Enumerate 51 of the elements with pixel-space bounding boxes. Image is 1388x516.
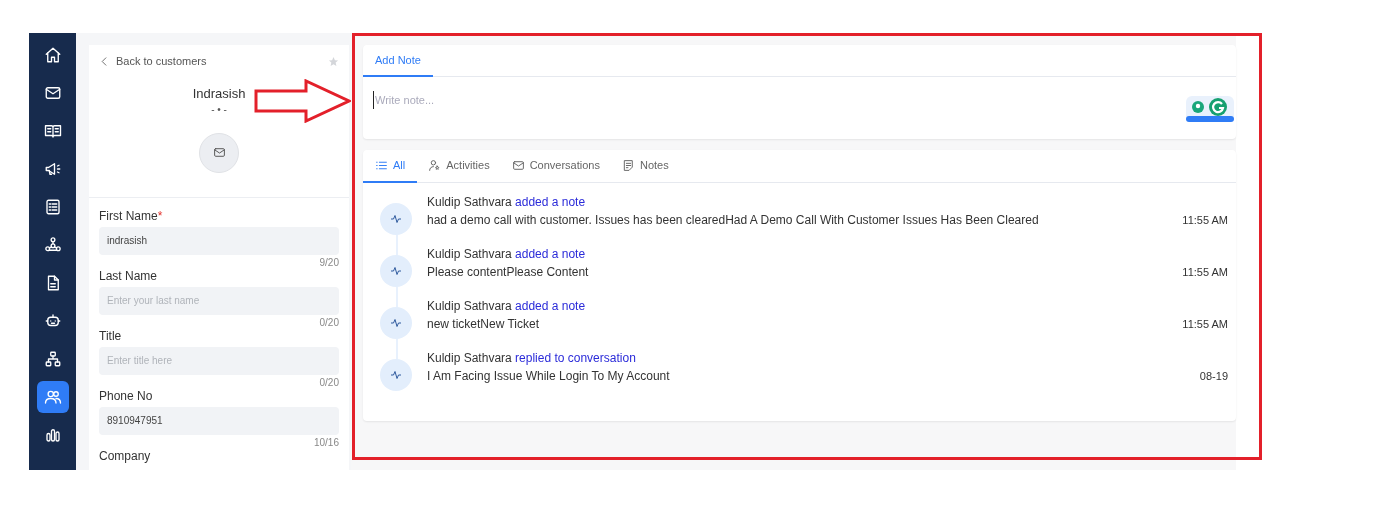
input-field[interactable]: indrasish: [99, 226, 339, 255]
tab[interactable]: All: [363, 150, 418, 183]
timestamp: 08-19: [1199, 368, 1228, 384]
bar-chart-icon: [43, 426, 62, 444]
input-field[interactable]: Enter your last name: [99, 286, 339, 315]
hierarchy-icon: [43, 350, 62, 368]
activity-title: Kuldip Sathvara added a note: [427, 245, 587, 263]
tab[interactable]: Notes: [610, 150, 680, 183]
required-mark: *: [157, 208, 163, 224]
character-counter: 0/20: [318, 317, 339, 328]
mail-icon: [511, 158, 525, 172]
tab[interactable]: Activities: [417, 150, 501, 183]
status-text: - • -: [211, 103, 227, 116]
network-icon: [43, 236, 62, 254]
sidebar-item[interactable]: [36, 381, 69, 413]
field-label: Last Name: [99, 268, 158, 284]
email-button[interactable]: [199, 132, 239, 173]
input-field[interactable]: 8910947951: [99, 406, 339, 435]
activity-text: I Am Facing Issue While Login To My Account: [427, 367, 671, 385]
input-field[interactable]: Enter title here: [99, 346, 339, 375]
assistant-icon[interactable]: [1186, 95, 1234, 122]
activity-title: Kuldip Sathvara added a note: [427, 297, 587, 315]
book-icon: [43, 122, 62, 140]
activity-text: new ticketNew Ticket: [427, 315, 541, 333]
back-link[interactable]: Back to customers: [99, 53, 207, 70]
tab[interactable]: Conversations: [500, 150, 611, 183]
megaphone-icon: [43, 160, 62, 178]
character-counter: 10/16: [312, 437, 339, 448]
tab[interactable]: Add Note: [363, 45, 433, 77]
activity-title: Kuldip Sathvara replied to conversation: [427, 349, 637, 367]
note-icon: [621, 158, 635, 172]
field-label: First Name: [99, 208, 158, 224]
customer-name: Indrasish: [192, 85, 246, 102]
field-label: Title: [99, 328, 122, 344]
field-label: Phone No: [99, 388, 153, 404]
timestamp: 11:55 AM: [1182, 212, 1228, 228]
character-counter: 0/20: [318, 377, 339, 388]
users-icon: [43, 388, 62, 406]
mail-icon: [212, 146, 226, 159]
field-label: Company: [99, 448, 151, 464]
star-icon[interactable]: [328, 55, 339, 67]
mail-icon: [43, 84, 62, 102]
user-gear-icon: [428, 158, 442, 172]
timestamp: 11:55 AM: [1182, 316, 1228, 332]
activity-text: Please contentPlease Content: [427, 263, 590, 281]
activity-text: had a demo call with customer. Issues has been clearedHad A Demo Call With Customer Issues Has Been Cleared: [427, 211, 1040, 229]
checklist-icon: [43, 198, 62, 216]
activity-title: Kuldip Sathvara added a note: [427, 193, 587, 211]
timestamp: 11:55 AM: [1182, 264, 1228, 280]
home-icon: [43, 46, 62, 64]
character-counter: 9/20: [318, 257, 339, 268]
